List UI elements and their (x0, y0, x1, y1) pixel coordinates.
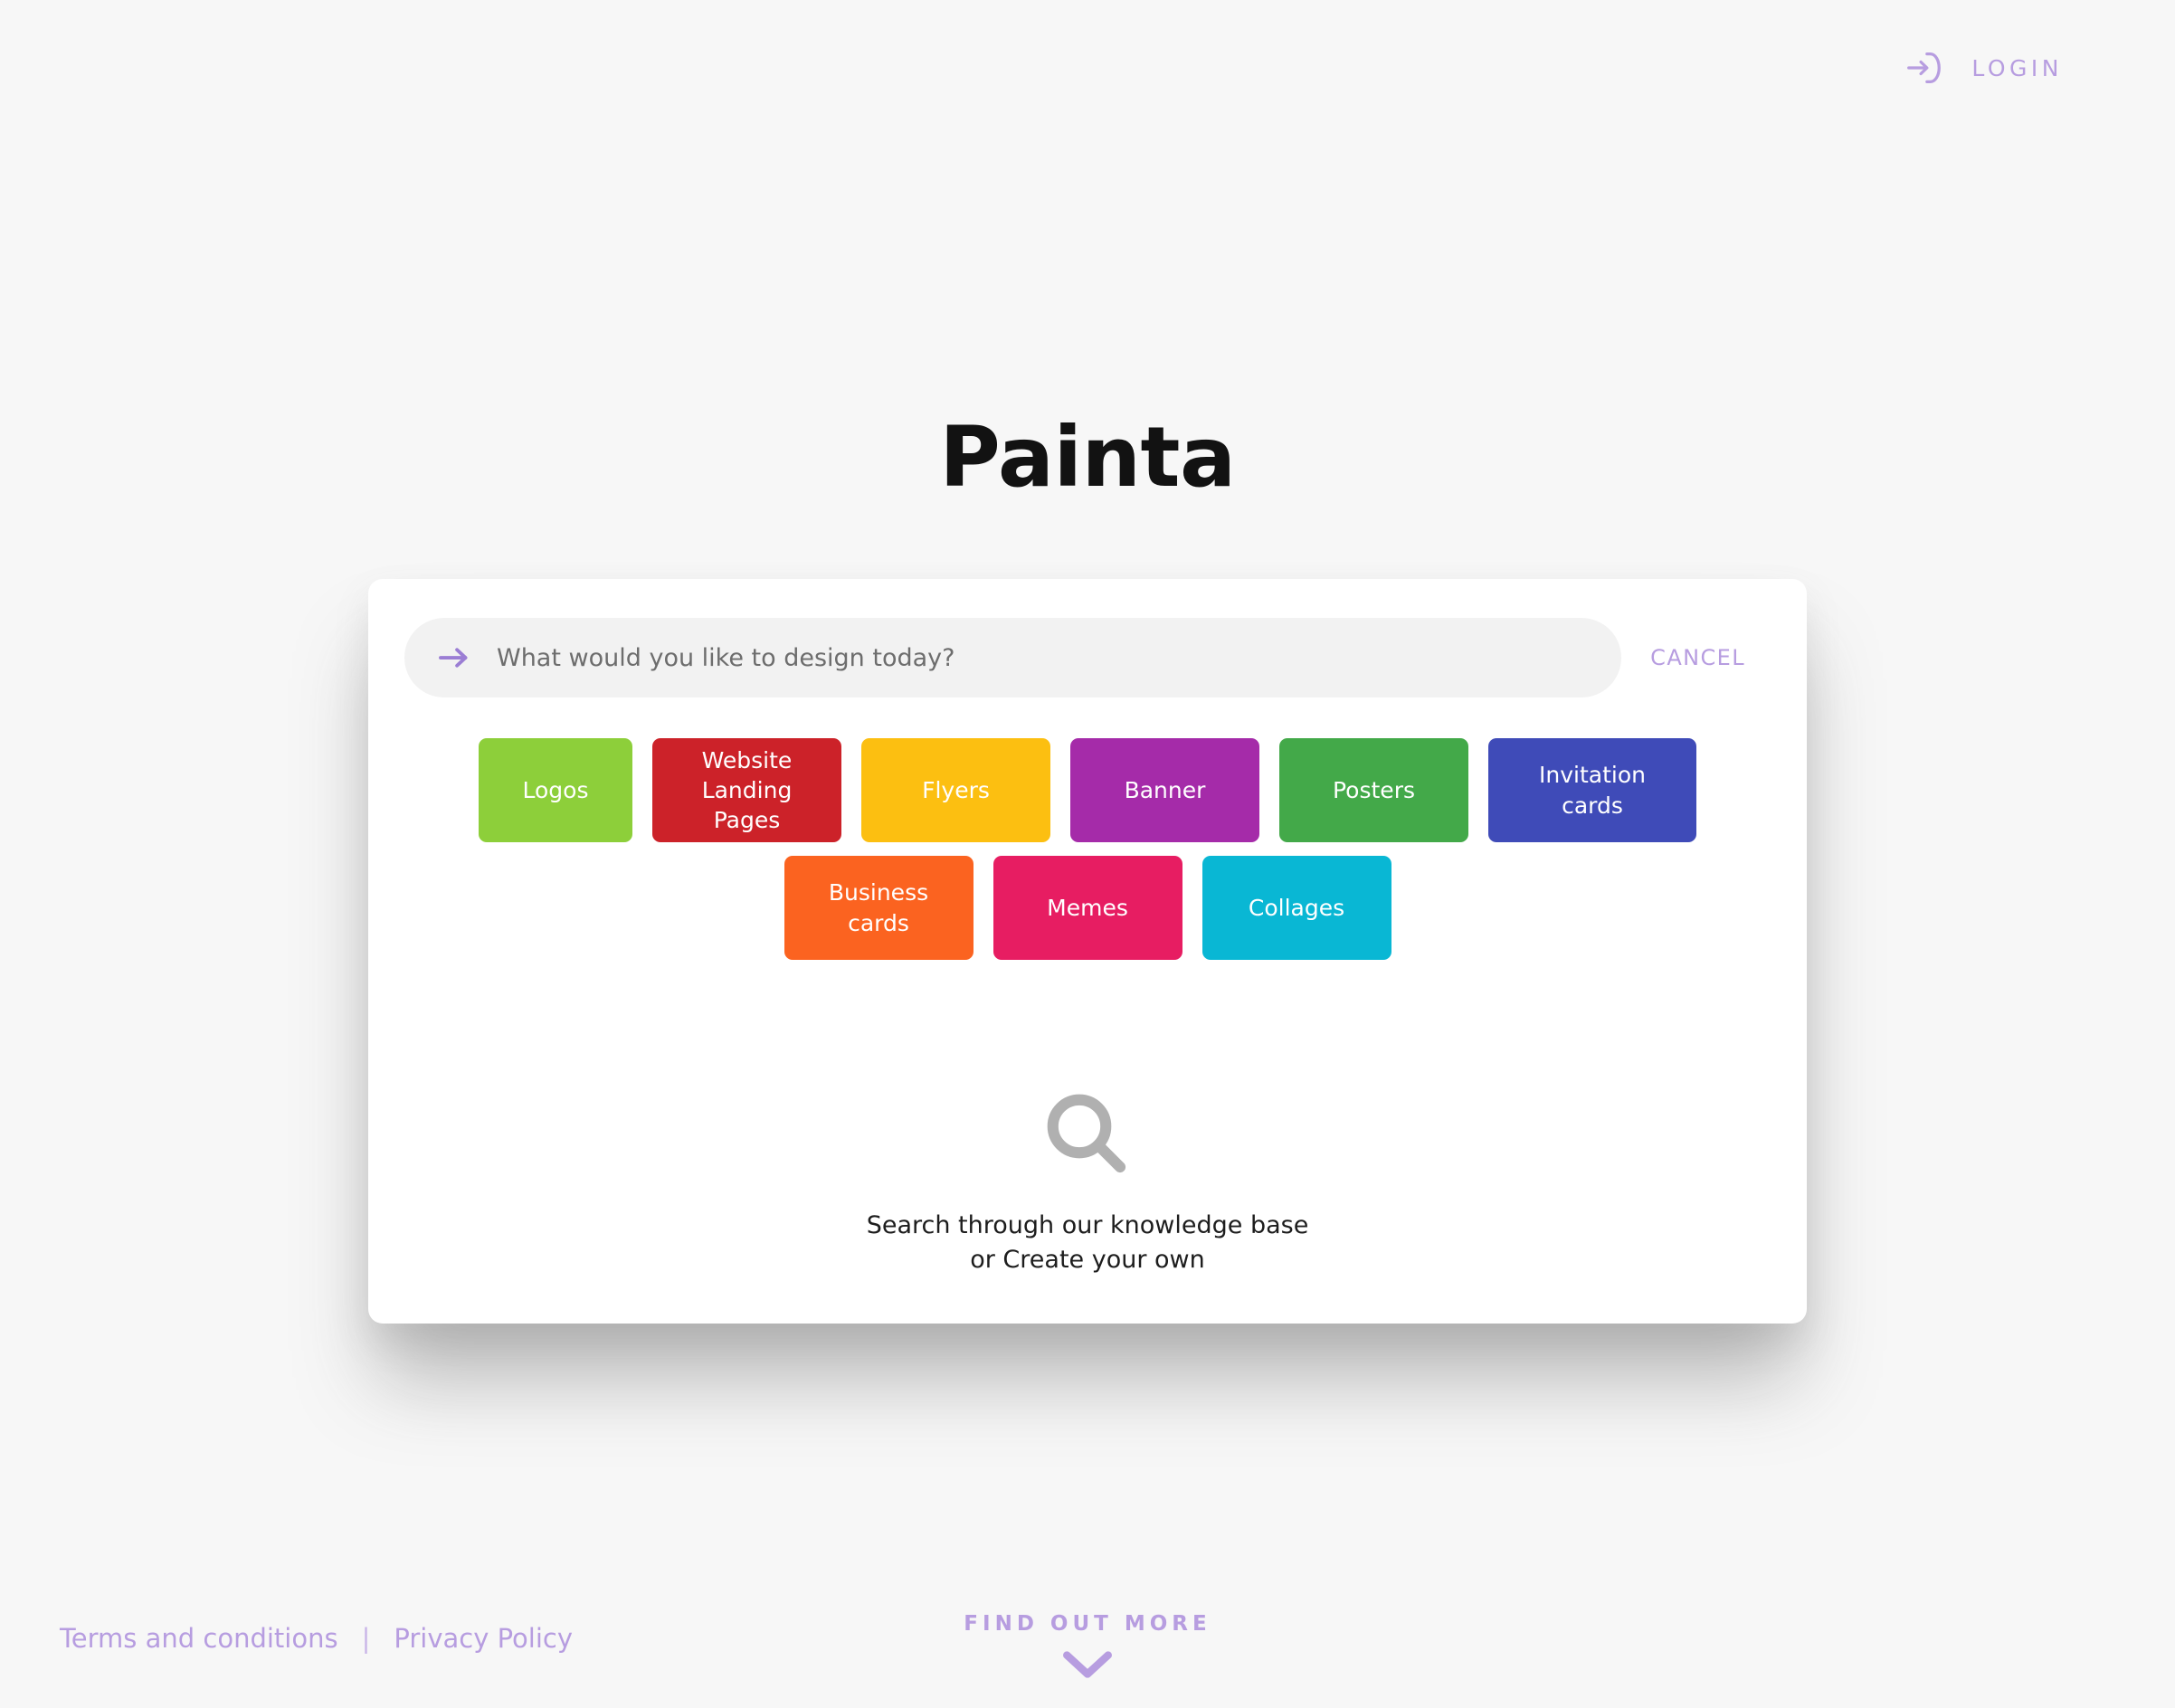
page-title: Painta (939, 409, 1236, 506)
search-row: CANCEL (404, 608, 1771, 707)
category-row-2: Business cards Memes Collages (368, 856, 1807, 960)
login-label: LOGIN (1971, 54, 2063, 81)
category-buttons: Logos Website Landing Pages Flyers Banne… (368, 738, 1807, 973)
find-out-more-label: FIND OUT MORE (964, 1612, 1211, 1636)
category-button-flyers[interactable]: Flyers (861, 738, 1050, 842)
category-button-business-cards[interactable]: Business cards (784, 856, 974, 960)
arrow-right-icon (437, 644, 471, 671)
category-button-memes[interactable]: Memes (993, 856, 1182, 960)
category-button-collages[interactable]: Collages (1201, 856, 1391, 960)
category-row-1: Logos Website Landing Pages Flyers Banne… (368, 738, 1807, 842)
search-panel-card: CANCEL Logos Website Landing Pages Flyer… (368, 579, 1807, 1324)
category-button-banner[interactable]: Banner (1070, 738, 1259, 842)
find-out-more-button[interactable]: FIND OUT MORE (0, 1612, 2175, 1683)
cancel-button[interactable]: CANCEL (1650, 645, 1771, 670)
category-button-website-landing-pages[interactable]: Website Landing Pages (652, 738, 841, 842)
category-button-logos[interactable]: Logos (479, 738, 632, 842)
search-input[interactable] (497, 618, 1621, 697)
category-button-posters[interactable]: Posters (1279, 738, 1468, 842)
login-arrow-icon (1903, 47, 1944, 89)
category-button-invitation-cards[interactable]: Invitation cards (1488, 738, 1696, 842)
knowledge-base-text: Search through our knowledge base or Cre… (866, 1211, 1309, 1275)
top-bar: LOGIN (0, 0, 2175, 136)
search-pill[interactable] (404, 618, 1621, 697)
login-button[interactable]: LOGIN (1903, 47, 2063, 89)
knowledge-base-block: Search through our knowledge base or Cre… (368, 1086, 1807, 1278)
magnifier-icon (1039, 1086, 1136, 1183)
chevron-down-icon (1059, 1648, 1116, 1683)
